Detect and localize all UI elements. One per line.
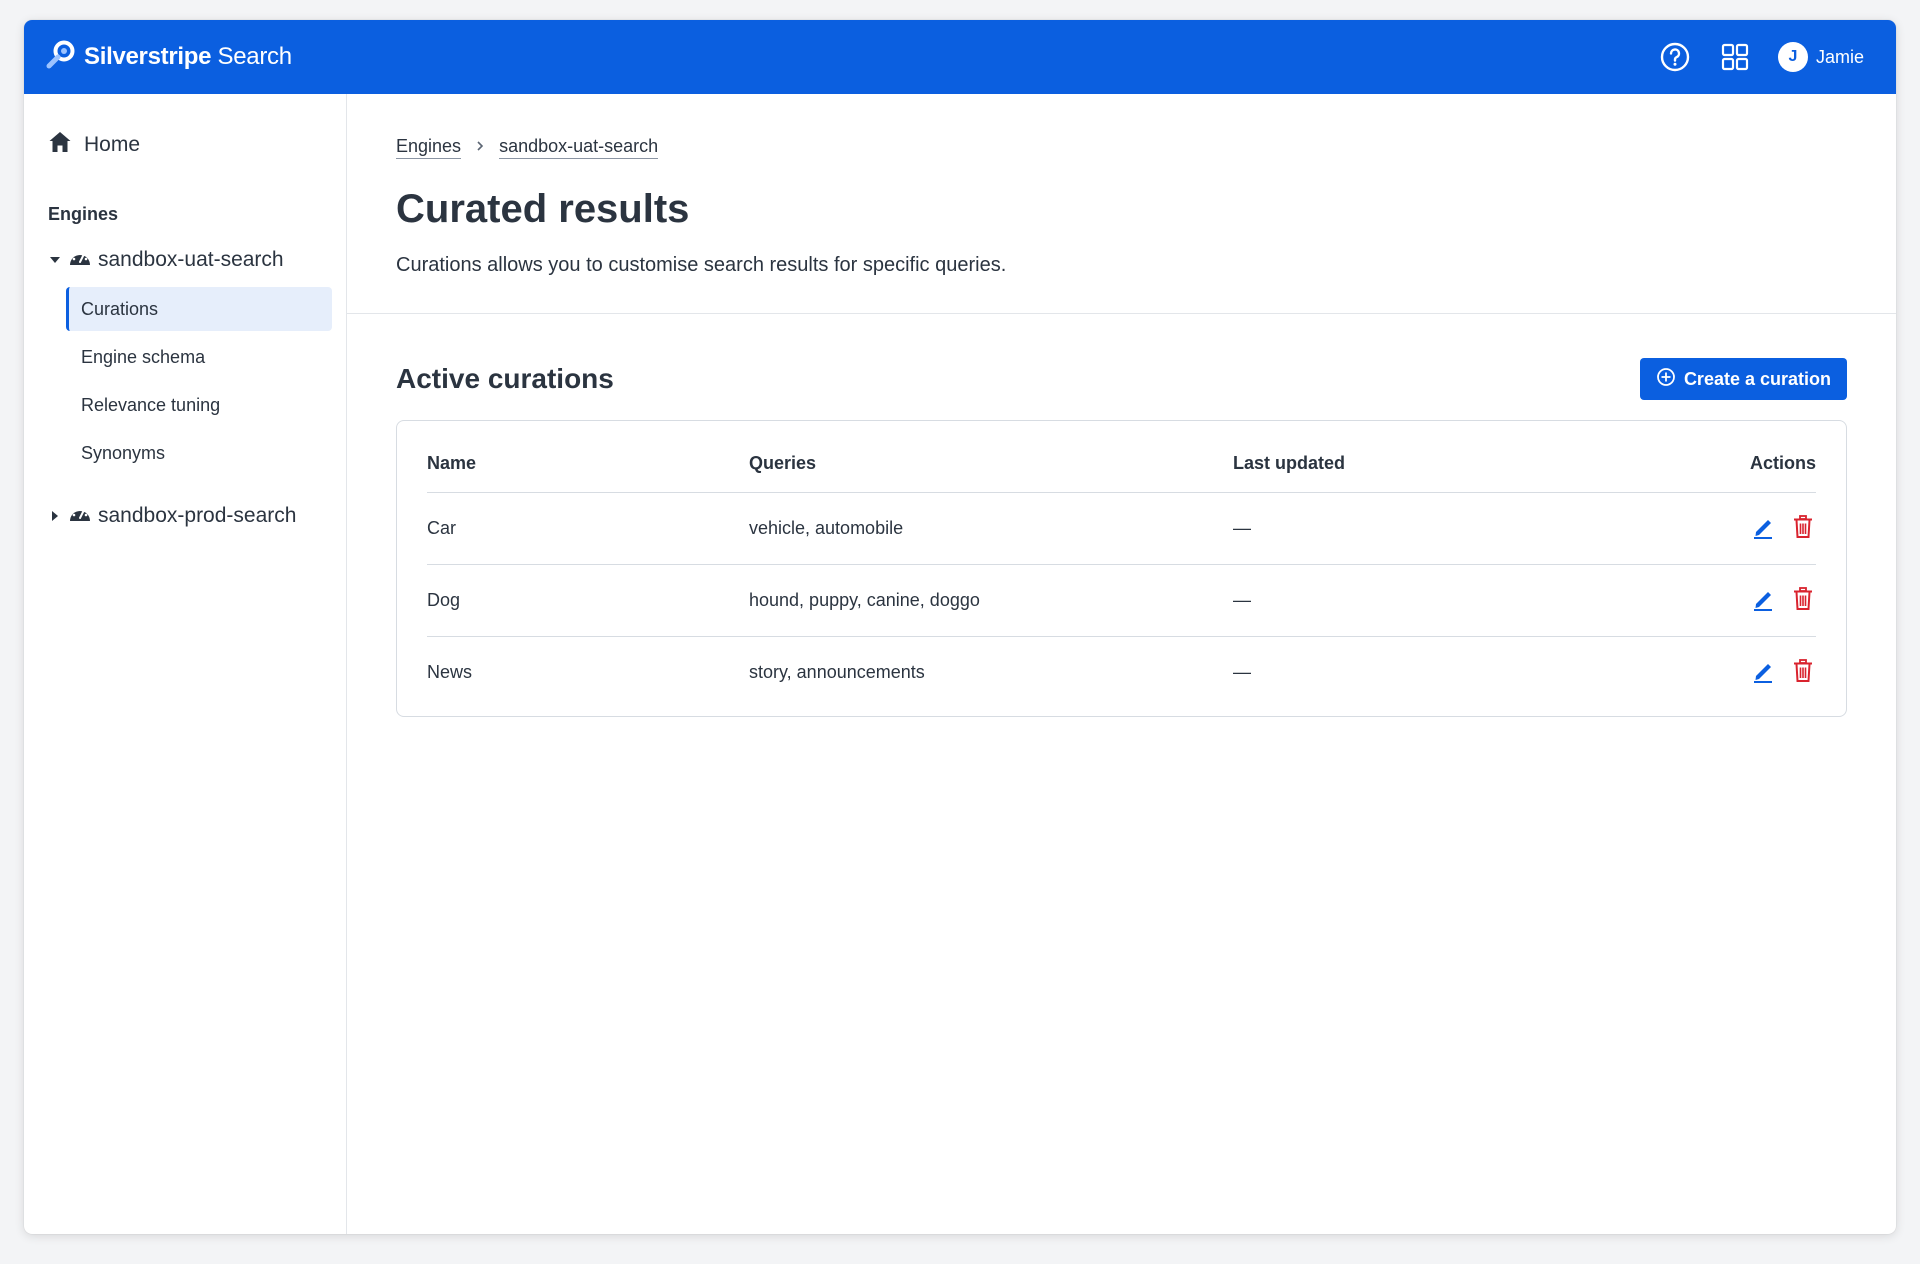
cell-actions <box>1533 492 1816 565</box>
sidebar-engine-uat-label: sandbox-uat-search <box>98 248 284 271</box>
cell-last-updated: — <box>1233 564 1533 637</box>
top-bar: Silverstripe Search J Jamie <box>24 20 1896 94</box>
app-body: Home Engines sandbox-uat-search Curation… <box>24 94 1896 1234</box>
column-header-last-updated: Last updated <box>1233 435 1533 493</box>
pencil-icon[interactable] <box>1750 585 1776 613</box>
cell-name: Dog <box>427 564 749 637</box>
cell-actions <box>1533 564 1816 637</box>
sidebar: Home Engines sandbox-uat-search Curation… <box>24 94 347 1234</box>
breadcrumb-engine[interactable]: sandbox-uat-search <box>499 136 659 159</box>
trash-icon[interactable] <box>1790 657 1816 685</box>
cell-last-updated: — <box>1233 661 1251 682</box>
column-header-actions: Actions <box>1533 435 1816 493</box>
help-circle-icon[interactable] <box>1658 40 1692 74</box>
speedometer-icon <box>68 503 92 529</box>
cell-queries: vehicle, automobile <box>749 492 1233 565</box>
chevron-right-icon <box>475 139 485 157</box>
avatar: J <box>1777 42 1808 72</box>
cell-name: Car <box>427 492 749 565</box>
table-header-row: Name Queries Last updated Actions <box>427 435 1816 493</box>
active-curations-section: Active curations Create a curation Name … <box>347 314 1896 717</box>
plus-circle-icon <box>1656 367 1676 392</box>
column-header-name: Name <box>427 435 749 493</box>
sidebar-item-relevance-tuning[interactable]: Relevance tuning <box>66 383 332 427</box>
table-row: Car vehicle, automobile — <box>427 492 1816 565</box>
create-curation-label: Create a curation <box>1683 368 1831 389</box>
sidebar-item-home[interactable]: Home <box>48 130 332 160</box>
sidebar-item-curations[interactable]: Curations <box>66 287 332 331</box>
trash-icon[interactable] <box>1790 513 1816 541</box>
brand-name-light: Search <box>217 43 293 70</box>
search-magnifier-logo-icon <box>44 38 78 77</box>
app-window: Silverstripe Search J Jamie Home Engines… <box>24 20 1896 1234</box>
curations-table: Name Queries Last updated Actions Car ve… <box>427 435 1816 708</box>
user-name: Jamie <box>1815 46 1864 67</box>
sidebar-item-synonyms[interactable]: Synonyms <box>66 431 332 475</box>
create-curation-button[interactable]: Create a curation <box>1639 358 1847 400</box>
cell-name: News <box>427 661 473 682</box>
trash-icon[interactable] <box>1790 585 1816 613</box>
top-bar-actions: J Jamie <box>1658 40 1864 74</box>
column-header-queries: Queries <box>749 435 1233 493</box>
caret-down-icon <box>48 255 62 265</box>
cell-queries: story, announcements <box>749 661 925 682</box>
sidebar-engine-prod-label: sandbox-prod-search <box>98 504 297 527</box>
breadcrumb-engines[interactable]: Engines <box>396 136 462 159</box>
cell-actions <box>1533 636 1816 708</box>
cell-last-updated: — <box>1233 492 1533 565</box>
cell-queries: hound, puppy, canine, doggo <box>749 564 1233 637</box>
sidebar-engine-uat[interactable]: sandbox-uat-search <box>48 247 332 273</box>
section-header: Active curations Create a curation <box>396 358 1847 400</box>
caret-right-icon <box>48 511 62 521</box>
home-icon <box>48 130 72 160</box>
speedometer-icon <box>68 247 92 273</box>
pencil-icon[interactable] <box>1750 513 1776 541</box>
breadcrumb: Engines sandbox-uat-search <box>396 136 1846 159</box>
app-grid-icon[interactable] <box>1718 40 1752 74</box>
brand-name-bold: Silverstripe <box>84 43 212 70</box>
sidebar-item-engine-schema[interactable]: Engine schema <box>66 335 332 379</box>
main-content: Engines sandbox-uat-search Curated resul… <box>347 94 1896 1234</box>
pencil-icon[interactable] <box>1750 657 1776 685</box>
table-row: News story, announcements — <box>427 636 1816 708</box>
page-description: Curations allows you to customise search… <box>396 254 1007 276</box>
table-row: Dog hound, puppy, canine, doggo — <box>427 564 1816 637</box>
curations-table-card: Name Queries Last updated Actions Car ve… <box>396 420 1847 717</box>
brand[interactable]: Silverstripe Search <box>44 38 292 77</box>
sidebar-engine-uat-items: Curations Engine schema Relevance tuning… <box>66 287 332 475</box>
section-title: Active curations <box>396 363 614 394</box>
user-menu[interactable]: J Jamie <box>1777 42 1864 72</box>
page-title: Curated results <box>396 187 690 231</box>
page-header: Engines sandbox-uat-search Curated resul… <box>347 94 1896 314</box>
brand-name: Silverstripe Search <box>84 43 292 71</box>
sidebar-item-home-label: Home <box>84 133 141 156</box>
sidebar-section-engines: Engines <box>48 204 119 224</box>
sidebar-engine-prod[interactable]: sandbox-prod-search <box>48 503 332 529</box>
